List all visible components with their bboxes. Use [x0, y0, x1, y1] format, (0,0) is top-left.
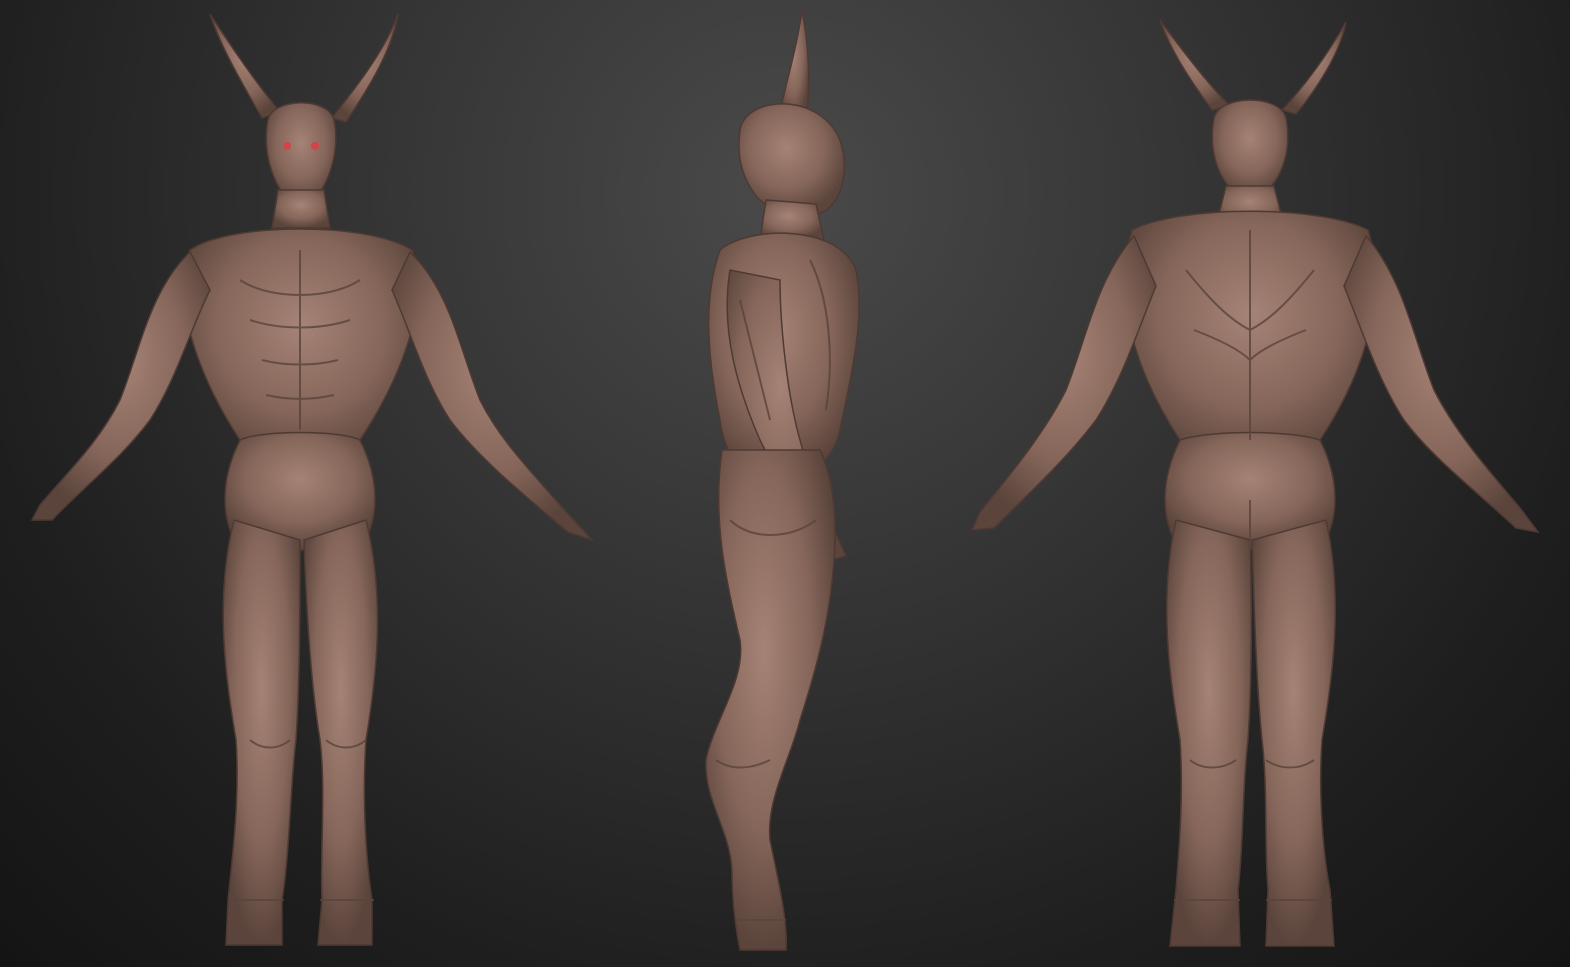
side-leg — [705, 449, 836, 951]
back-head — [1211, 99, 1289, 197]
head — [265, 102, 337, 205]
left-arm — [30, 250, 211, 521]
demon-back-view — [950, 0, 1570, 967]
side-head — [738, 103, 846, 216]
back-left-leg — [1166, 519, 1253, 947]
right-horn — [330, 13, 399, 123]
back-left-horn — [1159, 19, 1232, 111]
demon-front-view — [0, 0, 620, 967]
back-right-leg — [1251, 519, 1336, 947]
back-right-horn — [1280, 21, 1347, 115]
back-right-arm — [1343, 234, 1540, 534]
back-figure — [970, 19, 1540, 947]
sculpt-viewport — [0, 0, 1570, 967]
left-eye — [283, 142, 291, 150]
side-figure — [705, 9, 860, 951]
right-eye — [311, 142, 319, 150]
left-horn — [209, 13, 282, 119]
left-leg — [222, 519, 301, 946]
front-figure — [30, 13, 595, 946]
demon-side-view — [620, 0, 950, 967]
right-arm — [391, 250, 595, 542]
back-left-arm — [970, 234, 1157, 531]
right-leg — [303, 519, 379, 946]
neck — [271, 189, 331, 229]
